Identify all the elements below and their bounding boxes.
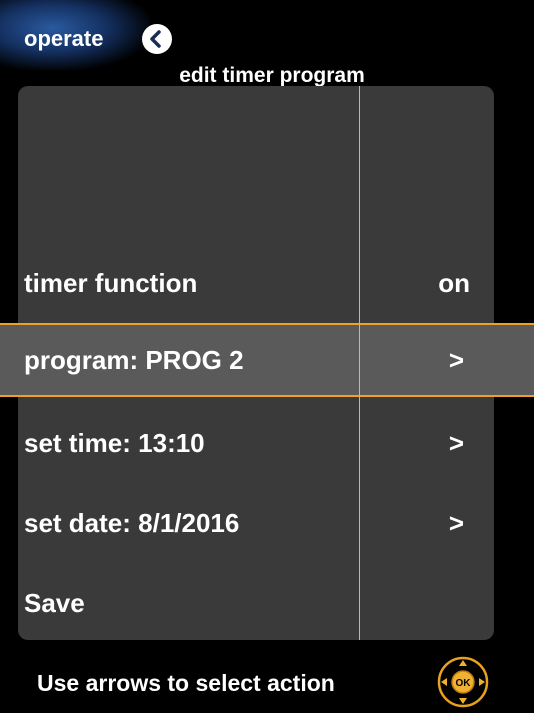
column-divider	[359, 86, 360, 640]
menu-row-label: set date: 8/1/2016	[24, 508, 240, 538]
menu-row-program[interactable]: program: PROG 2 >	[0, 325, 534, 395]
chevron-right-icon: >	[448, 508, 464, 538]
instruction-text: Use arrows to select action	[37, 670, 335, 696]
page-title: edit timer program	[179, 64, 365, 87]
menu-row-save[interactable]: Save	[0, 566, 534, 644]
menu-row-set-date[interactable]: set date: 8/1/2016 >	[0, 486, 534, 564]
operate-label[interactable]: operate	[24, 26, 103, 52]
menu-row-label: program: PROG 2	[24, 345, 244, 375]
svg-text:OK: OK	[456, 678, 472, 689]
ok-dpad-icon: OK	[437, 656, 489, 708]
menu-row-value: on	[438, 268, 470, 298]
chevron-right-icon: >	[448, 428, 464, 458]
selection-border-bottom	[0, 395, 534, 397]
back-button[interactable]	[142, 24, 172, 54]
menu-row-label: Save	[24, 588, 85, 618]
menu-row-label: timer function	[24, 268, 198, 298]
chevron-right-icon: >	[448, 345, 464, 375]
ok-dpad-button[interactable]: OK	[437, 656, 489, 708]
menu-row-set-time[interactable]: set time: 13:10 >	[0, 406, 534, 484]
menu-row-label: set time: 13:10	[24, 428, 205, 458]
menu-row-timer-function[interactable]: timer function on	[0, 246, 534, 324]
chevron-left-icon	[150, 30, 161, 48]
